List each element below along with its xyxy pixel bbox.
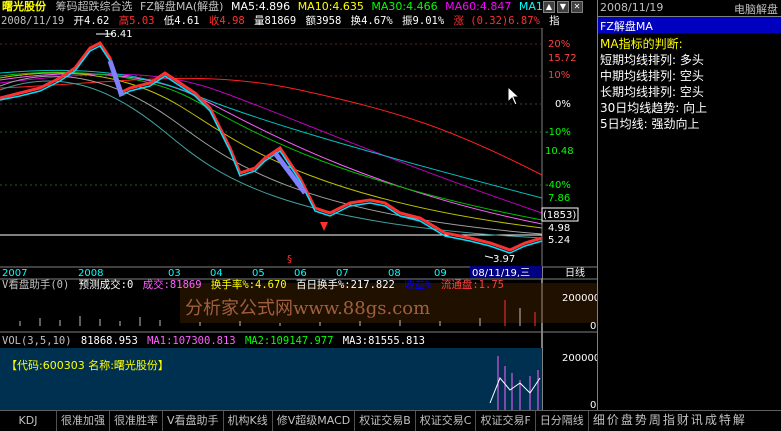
axis-label-1048: 10.48 [545,146,574,157]
vol-title[interactable]: VOL(3,5,10) [2,335,72,347]
vpanel-float: 流通盘:1.75 [440,279,504,291]
axis-label-m40pct: -40% [545,180,571,191]
axis-label-1572: 15.72 [548,53,577,64]
vol-ma3: MA3:81555.813 [342,335,425,347]
ma5-value: MA5:4.896 [230,0,291,13]
quote-extra: 指 [549,15,560,27]
ma1-value: MA1 [518,0,543,13]
ma30-value: MA30:4.466 [371,0,438,13]
axis-label-786: 7.86 [548,193,570,204]
right-panel-title[interactable]: 电脑解盘 [734,1,778,17]
right-panel-line-4: 30日均线趋势: 向上 [600,101,708,115]
vpanel-axis-top: 200000 [562,293,597,304]
indicator-tab-bar: KDJ 很准加强 很准胜率 V看盘助手 机构K线 修V超级MACD 权证交易B … [0,410,781,431]
ohlc-bar: 2008/11/19 开4.62 高5.03 低4.61 收4.98 量8186… [0,14,597,28]
ma10-value: MA10:4.635 [297,0,364,13]
vpanel-title[interactable]: V看盘助手(0) [2,279,69,291]
date-label-2007: 2007 [2,268,27,279]
date-label-08: 08 [388,268,401,279]
tab-ji-gou-kline[interactable]: 机构K线 [224,411,273,431]
date-label-03: 03 [168,268,181,279]
quote-change: 涨 (0.32)6.87% [453,15,540,27]
axis-label-1853: (1853) [543,210,576,221]
quote-amount: 额3958 [305,15,342,27]
tab-warrant-b[interactable]: 权证交易B [355,411,416,431]
ma-line-green-long [0,71,543,221]
low-price-marker: 3.97 [493,254,515,265]
down-arrow-icon[interactable]: ▼ [557,1,569,13]
date-label-2008: 2008 [78,268,103,279]
vol-axis-bottom: 0 [590,400,596,410]
quote-high: 高5.03 [118,15,155,27]
tab-right-toolbar[interactable]: 细价盘势周指财讯成特解 [589,411,751,431]
date-label-07: 07 [336,268,349,279]
period-label: 日线 [565,266,585,279]
right-panel-line-5: 5日均线: 强劲向上 [600,117,700,131]
vol-axis-top: 200000 [562,353,597,364]
window-buttons: ▲ ▼ ✕ [543,1,597,13]
indicator-name: 筹码超跌综合选 [55,0,133,13]
tab-day-separator[interactable]: 日分隔线 [536,411,589,431]
up-arrow-icon[interactable]: ▲ [543,1,555,13]
axis-label-0pct: 0% [555,99,571,110]
quote-date: 2008/11/19 [1,15,65,27]
vpanel-header: V看盘助手(0) 预测成交:0 成交:81869 换手率%:4.670 百日换手… [2,279,542,292]
stock-name[interactable]: 曙光股份 [2,0,46,13]
vpanel-axis-bottom: 0 [590,321,596,332]
quote-low: 低4.61 [163,15,200,27]
price-trend-band-down [0,45,543,254]
ma-line-magenta-long [0,73,543,214]
quote-close: 收4.98 [208,15,245,27]
vol-code-line: 【代码:600303 名称:曙光股份】 [6,359,169,372]
quote-volume: 量81869 [254,15,297,27]
vpanel-hundred-day: 百日换手%:217.822 [295,279,395,291]
ma60-value: MA60:4.847 [445,0,512,13]
vol-ma1: MA1:107300.813 [147,335,236,347]
vol-panel-header: VOL(3,5,10) 81868.953 MA1:107300.813 MA2… [2,335,542,348]
tab-warrant-c[interactable]: 权证交易C [416,411,477,431]
axis-label-20pct: 20% [548,39,570,50]
axis-label-498: 4.98 [548,223,570,234]
axis-label-524: 5.24 [548,235,570,246]
sell-signal-icon [320,222,328,231]
date-label-05: 05 [252,268,265,279]
date-label-09: 09 [434,268,447,279]
vpanel-amount: 收益% [404,279,432,291]
ma-line-red-long [0,77,543,176]
quote-open: 开4.62 [73,15,110,27]
tab-v-kan-pan[interactable]: V看盘助手 [163,411,224,431]
vpanel-turnover: 换手率%:4.670 [210,279,287,291]
tab-kdj[interactable]: KDJ [0,411,57,431]
right-panel-date: 2008/11/19 [600,1,664,14]
date-label-04: 04 [210,268,223,279]
right-panel-subtitle-text: FZ解盘MA [600,20,653,33]
vpanel-predict: 预测成交:0 [78,279,134,291]
axis-label-10pct: 10% [548,70,570,81]
dividend-marker: § [287,254,292,265]
right-panel-line-1: 短期均线排列: 多头 [600,53,704,67]
cursor-date: 08/11/19,三 [472,268,530,279]
tab-warrant-f[interactable]: 权证交易F [476,411,536,431]
right-panel-subtitle[interactable]: FZ解盘MA [598,17,781,33]
tab-super-macd[interactable]: 修V超级MACD [273,411,356,431]
ma-line-magenta-2 [0,73,543,225]
close-icon[interactable]: ✕ [571,1,583,13]
right-panel: 2008/11/19 电脑解盘 FZ解盘MA MA指标的判断: 短期均线排列: … [597,0,781,410]
right-panel-header: 2008/11/19 电脑解盘 [598,0,781,17]
vol-value: 81868.953 [80,335,138,347]
vpanel-volume: 成交:81869 [142,279,202,291]
vpanel-watermark: 分析家公式网www.88gs.com [185,298,430,319]
quote-turnover: 换4.67% [350,15,393,27]
right-panel-line-3: 长期均线排列: 空头 [600,85,704,99]
axis-label-m10pct: -10% [545,127,571,138]
quote-amplitude: 振9.01% [402,15,445,27]
date-label-06: 06 [294,268,307,279]
vol-ma2: MA2:109147.977 [244,335,334,347]
tab-hen-zhun-sheng-lv[interactable]: 很准胜率 [110,411,163,431]
mouse-cursor-icon [507,86,521,106]
right-panel-line-2: 中期均线排列: 空头 [600,69,704,83]
tab-hen-zhun-jia-qiang[interactable]: 很准加强 [57,411,110,431]
right-panel-line-0: MA指标的判断: [600,37,683,51]
indicator-sub: FZ解盘MA(解盘) [140,0,224,13]
